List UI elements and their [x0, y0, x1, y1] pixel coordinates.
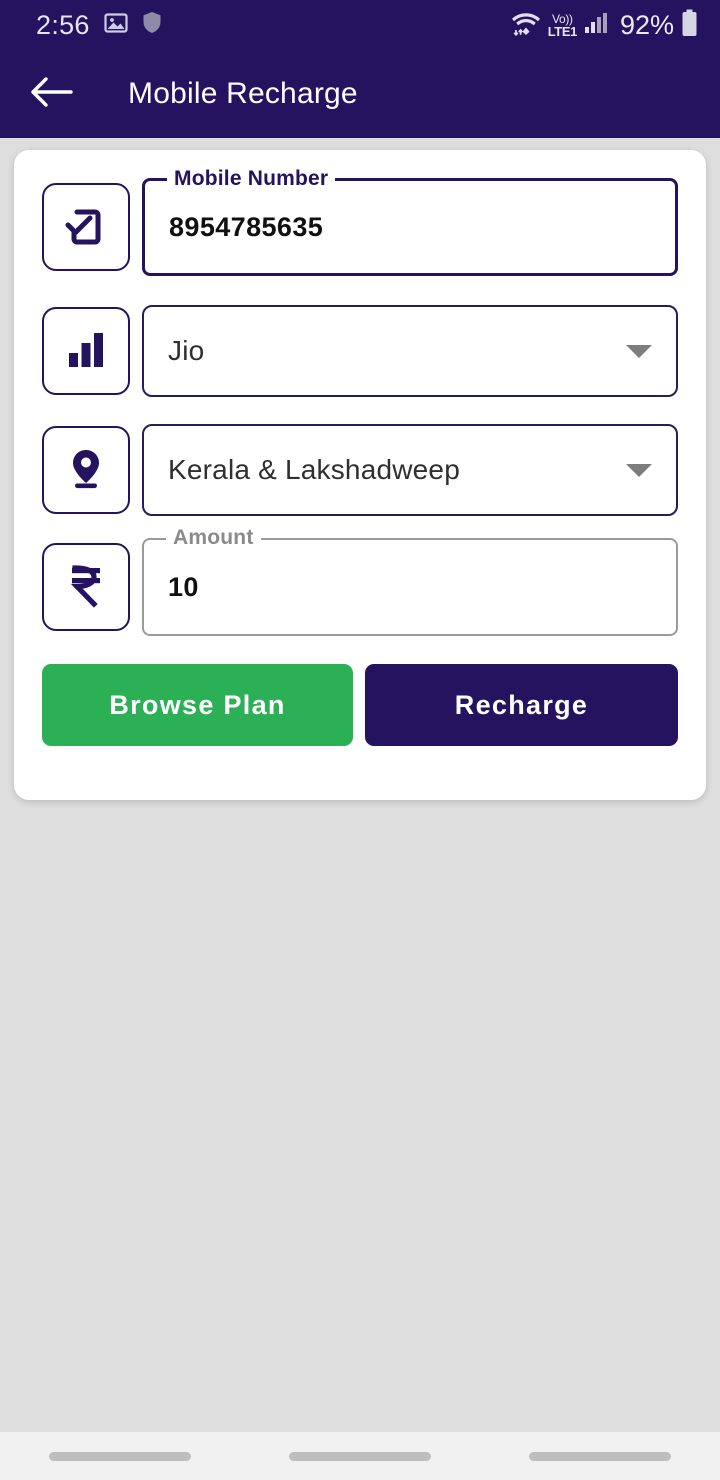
volte-label-top: Vo))	[551, 11, 573, 26]
circle-dropdown[interactable]: Kerala & Lakshadweep	[142, 424, 678, 516]
circle-icon-box	[42, 426, 130, 514]
action-buttons: Browse Plan Recharge	[42, 664, 678, 746]
operator-row: Jio	[42, 302, 678, 397]
phone-check-icon	[60, 199, 112, 256]
nav-back-button[interactable]	[529, 1451, 671, 1461]
system-navigation-bar	[0, 1432, 720, 1480]
amount-icon-box	[42, 543, 130, 631]
mobile-number-row: Mobile Number 8954785635	[42, 168, 678, 276]
back-arrow-icon	[29, 74, 73, 115]
status-bar-right: Vo)) LTE1 92%	[511, 9, 698, 42]
app-bar: Mobile Recharge	[0, 50, 720, 138]
page-title: Mobile Recharge	[128, 77, 358, 110]
status-bar: 2:56 Vo)) LTE1 92%	[0, 0, 720, 50]
operator-value: Jio	[168, 335, 205, 366]
amount-label: Amount	[166, 527, 261, 548]
amount-field[interactable]: Amount 10	[142, 527, 678, 636]
signal-bars-icon	[584, 11, 608, 40]
shield-icon	[142, 11, 162, 39]
battery-icon	[681, 9, 698, 42]
signal-bars-icon	[63, 326, 109, 377]
location-pin-icon	[63, 445, 109, 496]
volte-label-bottom: LTE1	[547, 23, 578, 39]
recharge-form-card: Mobile Number 8954785635 Jio Kerala & La…	[14, 150, 706, 800]
amount-value: 10	[168, 571, 199, 602]
app-screen: 2:56 Vo)) LTE1 92% Mobile Recharge Mobil…	[0, 0, 720, 1480]
wifi-icon	[511, 10, 541, 41]
mobile-number-label: Mobile Number	[167, 168, 336, 189]
nav-home-button[interactable]	[289, 1451, 431, 1461]
mobile-number-field[interactable]: Mobile Number 8954785635	[142, 168, 678, 276]
volte-indicator: Vo)) LTE1	[547, 11, 578, 39]
battery-percent: 92%	[619, 9, 674, 40]
circle-row: Kerala & Lakshadweep	[42, 421, 678, 516]
operator-dropdown[interactable]: Jio	[142, 305, 678, 397]
circle-value: Kerala & Lakshadweep	[168, 454, 460, 485]
recharge-button[interactable]: Recharge	[365, 664, 678, 746]
mobile-number-value: 8954785635	[169, 211, 324, 242]
back-button[interactable]	[14, 57, 88, 131]
chevron-down-icon[interactable]	[626, 463, 652, 477]
nav-recents-button[interactable]	[49, 1451, 191, 1461]
rupee-icon	[64, 562, 108, 613]
amount-row: Amount 10	[42, 527, 678, 636]
operator-icon-box	[42, 307, 130, 395]
phone-check-icon-box	[42, 183, 130, 271]
image-icon	[104, 11, 128, 40]
browse-plan-button[interactable]: Browse Plan	[42, 664, 354, 746]
status-bar-left: 2:56	[36, 11, 162, 40]
chevron-down-icon[interactable]	[626, 344, 652, 358]
status-time: 2:56	[36, 9, 90, 40]
